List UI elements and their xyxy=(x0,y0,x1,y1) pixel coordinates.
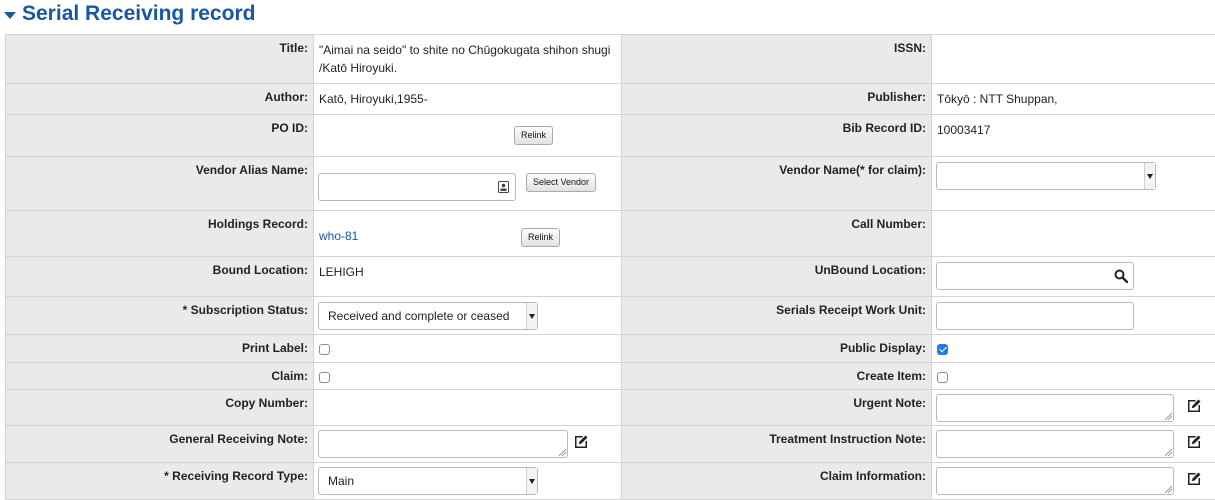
unbound-location-label: UnBound Location: xyxy=(622,257,932,297)
publisher-value: Tōkyō : NTT Shuppan, xyxy=(937,90,1058,108)
receiving-record-type-selected: Main xyxy=(328,474,354,488)
urgent-note-textarea[interactable] xyxy=(936,394,1174,422)
issn-value xyxy=(932,35,1215,84)
create-item-label: Create Item: xyxy=(622,363,932,390)
subscription-status-label: * Subscription Status: xyxy=(6,297,314,335)
issn-label: ISSN: xyxy=(622,35,932,84)
vendor-name-select[interactable] xyxy=(936,162,1156,190)
edit-icon[interactable] xyxy=(1186,471,1202,487)
row-holdings: Holdings Record: who-81 Relink Call Numb… xyxy=(6,211,1215,257)
general-receiving-note-label: General Receiving Note: xyxy=(6,426,314,463)
vendor-alias-input[interactable] xyxy=(318,173,516,201)
receiving-record-type-label: * Receiving Record Type: xyxy=(6,463,314,500)
claim-information-textarea[interactable] xyxy=(936,467,1174,495)
claim-checkbox[interactable] xyxy=(319,372,330,383)
holdings-record-label: Holdings Record: xyxy=(6,211,314,257)
call-number-label: Call Number: xyxy=(622,211,932,257)
author-value: Katō, Hiroyuki,1955- xyxy=(319,90,428,108)
general-receiving-note-textarea[interactable] xyxy=(318,430,568,458)
row-subscription: * Subscription Status: Received and comp… xyxy=(6,297,1215,335)
chevron-down-icon xyxy=(1144,163,1155,189)
row-vendor: Vendor Alias Name: Select Vendor Vendor … xyxy=(6,157,1215,211)
holdings-relink-button[interactable]: Relink xyxy=(521,228,560,247)
row-title: Title: "Aimai na seido" to shite no Chūg… xyxy=(6,35,1215,84)
receiving-record-table: Title: "Aimai na seido" to shite no Chūg… xyxy=(5,34,1215,500)
bound-location-label: Bound Location: xyxy=(6,257,314,297)
create-item-checkbox[interactable] xyxy=(937,372,948,383)
section-title: Serial Receiving record xyxy=(22,2,255,26)
public-display-label: Public Display: xyxy=(622,335,932,363)
row-record-type: * Receiving Record Type: Main Claim Info… xyxy=(6,463,1215,500)
print-label-label: Print Label: xyxy=(6,335,314,363)
bib-record-id-value: 10003417 xyxy=(937,121,990,139)
po-relink-button[interactable]: Relink xyxy=(514,126,553,145)
urgent-note-label: Urgent Note: xyxy=(622,390,932,426)
contact-card-icon[interactable] xyxy=(498,181,509,193)
bound-location-value: LEHIGH xyxy=(319,263,364,281)
row-general-treatment: General Receiving Note: Treatment Instru… xyxy=(6,426,1215,463)
title-value: "Aimai na seido" to shite no Chūgokugata… xyxy=(319,41,616,77)
resize-grip-icon[interactable] xyxy=(1164,448,1172,456)
title-label: Title: xyxy=(6,35,314,84)
resize-grip-icon[interactable] xyxy=(1164,485,1172,493)
row-print-label: Print Label: Public Display: xyxy=(6,335,1215,363)
edit-icon[interactable] xyxy=(1186,398,1202,414)
row-location: Bound Location: LEHIGH UnBound Location: xyxy=(6,257,1215,297)
subscription-status-select[interactable]: Received and complete or ceased xyxy=(318,302,538,330)
chevron-down-icon xyxy=(526,468,537,494)
chevron-down-icon xyxy=(526,303,537,329)
row-copy-urgent: Copy Number: Urgent Note: xyxy=(6,390,1215,426)
publisher-label: Publisher: xyxy=(622,84,932,115)
public-display-checkbox[interactable] xyxy=(937,344,948,355)
bib-record-id-label: Bib Record ID: xyxy=(622,115,932,157)
subscription-status-selected: Received and complete or ceased xyxy=(328,309,509,323)
resize-grip-icon[interactable] xyxy=(558,448,566,456)
receiving-record-type-select[interactable]: Main xyxy=(318,467,538,495)
claim-label: Claim: xyxy=(6,363,314,390)
edit-icon[interactable] xyxy=(1186,434,1202,450)
print-label-checkbox[interactable] xyxy=(319,344,330,355)
treatment-instruction-note-label: Treatment Instruction Note: xyxy=(622,426,932,463)
row-claim: Claim: Create Item: xyxy=(6,363,1215,390)
author-label: Author: xyxy=(6,84,314,115)
copy-number-value xyxy=(314,390,622,426)
search-icon[interactable] xyxy=(1114,269,1128,283)
call-number-value xyxy=(932,211,1215,257)
holdings-record-link[interactable]: who-81 xyxy=(319,227,358,245)
resize-grip-icon[interactable] xyxy=(1164,412,1172,420)
collapse-caret-icon[interactable] xyxy=(4,12,16,19)
copy-number-label: Copy Number: xyxy=(6,390,314,426)
vendor-alias-label: Vendor Alias Name: xyxy=(6,157,314,211)
unbound-location-input[interactable] xyxy=(936,262,1134,290)
treatment-instruction-note-textarea[interactable] xyxy=(936,430,1174,458)
claim-information-label: Claim Information: xyxy=(622,463,932,500)
edit-icon[interactable] xyxy=(573,434,589,450)
select-vendor-button[interactable]: Select Vendor xyxy=(526,173,596,192)
receipt-work-unit-input[interactable] xyxy=(936,302,1134,330)
vendor-name-label: Vendor Name(* for claim): xyxy=(622,157,932,211)
receipt-work-unit-label: Serials Receipt Work Unit: xyxy=(622,297,932,335)
section-header[interactable]: Serial Receiving record xyxy=(4,0,255,28)
row-po-id: PO ID: Relink Bib Record ID: 10003417 xyxy=(6,115,1215,157)
row-author: Author: Katō, Hiroyuki,1955- Publisher: … xyxy=(6,84,1215,115)
po-id-label: PO ID: xyxy=(6,115,314,157)
